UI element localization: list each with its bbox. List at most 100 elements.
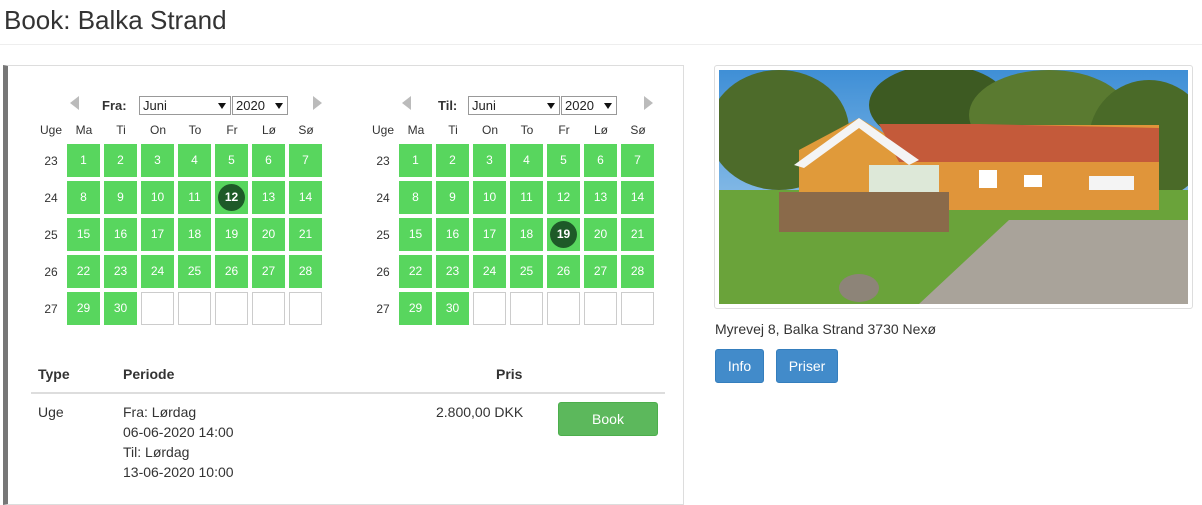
to-day-cell[interactable]: 29 bbox=[399, 292, 432, 325]
from-day-cell[interactable]: 4 bbox=[178, 144, 211, 177]
from-day-cell[interactable]: 2 bbox=[104, 144, 137, 177]
to-weekday-label: Lø bbox=[593, 123, 608, 137]
from-empty-cell bbox=[141, 292, 174, 325]
from-day-cell[interactable]: 18 bbox=[178, 218, 211, 251]
from-day-cell[interactable]: 3 bbox=[141, 144, 174, 177]
to-year-select[interactable]: 2020 bbox=[561, 96, 617, 115]
to-day-cell[interactable]: 4 bbox=[510, 144, 543, 177]
from-day-cell[interactable]: 24 bbox=[141, 255, 174, 288]
to-day-cell[interactable]: 2 bbox=[436, 144, 469, 177]
from-day-cell[interactable]: 5 bbox=[215, 144, 248, 177]
to-day-cell[interactable]: 23 bbox=[436, 255, 469, 288]
next-month-icon[interactable] bbox=[313, 96, 322, 110]
from-day-cell[interactable]: 7 bbox=[289, 144, 322, 177]
from-day-cell[interactable]: 1 bbox=[67, 144, 100, 177]
to-day-cell[interactable]: 8 bbox=[399, 181, 432, 214]
calendar-from-header: Fra: Juni 2020 bbox=[39, 96, 329, 118]
property-address: Myrevej 8, Balka Strand 3730 Nexø bbox=[715, 321, 936, 337]
from-weekday-label: On bbox=[149, 123, 166, 137]
to-day-cell[interactable]: 7 bbox=[621, 144, 654, 177]
to-empty-cell bbox=[621, 292, 654, 325]
to-day-cell[interactable]: 18 bbox=[510, 218, 543, 251]
from-day-cell[interactable]: 29 bbox=[67, 292, 100, 325]
from-day-cell[interactable]: 16 bbox=[104, 218, 137, 251]
from-day-cell[interactable]: 19 bbox=[215, 218, 248, 251]
from-day-cell[interactable]: 10 bbox=[141, 181, 174, 214]
to-day-cell[interactable]: 17 bbox=[473, 218, 506, 251]
from-weekday-label: Ma bbox=[75, 123, 93, 137]
to-day-cell[interactable]: 30 bbox=[436, 292, 469, 325]
from-day-cell[interactable]: 17 bbox=[141, 218, 174, 251]
next-month-icon[interactable] bbox=[644, 96, 653, 110]
from-day-cell[interactable]: 20 bbox=[252, 218, 285, 251]
prices-button[interactable]: Priser bbox=[776, 349, 838, 383]
to-day-cell[interactable]: 28 bbox=[621, 255, 654, 288]
from-month-select[interactable]: Juni bbox=[139, 96, 231, 115]
to-week-header: Uge bbox=[371, 123, 394, 137]
from-day-cell[interactable]: 27 bbox=[252, 255, 285, 288]
to-day-cell[interactable]: 26 bbox=[547, 255, 580, 288]
to-day-cell[interactable]: 21 bbox=[621, 218, 654, 251]
from-year-select[interactable]: 2020 bbox=[232, 96, 288, 115]
to-day-cell[interactable]: 19 bbox=[547, 218, 580, 251]
to-day-cell[interactable]: 16 bbox=[436, 218, 469, 251]
from-day-cell[interactable]: 28 bbox=[289, 255, 322, 288]
from-day-cell[interactable]: 14 bbox=[289, 181, 322, 214]
to-selected-day: 19 bbox=[550, 221, 577, 248]
from-day-cell[interactable]: 9 bbox=[104, 181, 137, 214]
from-weekday-label: Ti bbox=[116, 123, 126, 137]
from-week-number: 24 bbox=[44, 191, 58, 205]
from-day-cell[interactable]: 21 bbox=[289, 218, 322, 251]
booking-panel: Fra: Juni 2020 Uge Ma Ti On To Fr Lø Sø 23 1 2 3 4 5 6… bbox=[3, 65, 684, 505]
table-header-divider bbox=[31, 392, 665, 394]
from-day-cell[interactable]: 23 bbox=[104, 255, 137, 288]
from-day-cell[interactable]: 22 bbox=[67, 255, 100, 288]
to-day-cell[interactable]: 25 bbox=[510, 255, 543, 288]
to-day-cell[interactable]: 15 bbox=[399, 218, 432, 251]
chevron-down-icon bbox=[547, 103, 555, 109]
to-day-cell[interactable]: 11 bbox=[510, 181, 543, 214]
to-weekday-label: To bbox=[520, 123, 534, 137]
to-day-cell[interactable]: 22 bbox=[399, 255, 432, 288]
to-day-cell[interactable]: 5 bbox=[547, 144, 580, 177]
to-day-cell[interactable]: 27 bbox=[584, 255, 617, 288]
to-week-number: 26 bbox=[376, 265, 390, 279]
to-day-cell[interactable]: 9 bbox=[436, 181, 469, 214]
row-period: Fra: Lørdag 06-06-2020 14:00 Til: Lørdag… bbox=[123, 402, 234, 482]
from-day-cell[interactable]: 15 bbox=[67, 218, 100, 251]
from-week-number: 26 bbox=[44, 265, 58, 279]
to-empty-cell bbox=[584, 292, 617, 325]
to-month-select[interactable]: Juni bbox=[468, 96, 560, 115]
row-type: Uge bbox=[38, 404, 64, 420]
from-day-cell[interactable]: 26 bbox=[215, 255, 248, 288]
to-day-cell[interactable]: 10 bbox=[473, 181, 506, 214]
info-button[interactable]: Info bbox=[715, 349, 764, 383]
to-empty-cell bbox=[510, 292, 543, 325]
from-day-cell[interactable]: 12 bbox=[215, 181, 248, 214]
prev-month-icon[interactable] bbox=[70, 96, 79, 110]
book-button[interactable]: Book bbox=[558, 402, 658, 436]
from-empty-cell bbox=[215, 292, 248, 325]
to-day-cell[interactable]: 14 bbox=[621, 181, 654, 214]
to-month-value: Juni bbox=[472, 98, 496, 113]
from-day-cell[interactable]: 8 bbox=[67, 181, 100, 214]
from-day-cell[interactable]: 11 bbox=[178, 181, 211, 214]
from-day-cell[interactable]: 25 bbox=[178, 255, 211, 288]
to-day-cell[interactable]: 13 bbox=[584, 181, 617, 214]
to-week-number: 23 bbox=[376, 154, 390, 168]
to-day-cell[interactable]: 20 bbox=[584, 218, 617, 251]
from-empty-cell bbox=[178, 292, 211, 325]
from-day-cell[interactable]: 6 bbox=[252, 144, 285, 177]
title-divider bbox=[0, 44, 1202, 45]
to-day-cell[interactable]: 3 bbox=[473, 144, 506, 177]
to-day-cell[interactable]: 24 bbox=[473, 255, 506, 288]
prev-month-icon[interactable] bbox=[402, 96, 411, 110]
to-day-cell[interactable]: 12 bbox=[547, 181, 580, 214]
from-day-cell[interactable]: 13 bbox=[252, 181, 285, 214]
period-to-label: Til: Lørdag bbox=[123, 444, 190, 460]
from-day-cell[interactable]: 30 bbox=[104, 292, 137, 325]
to-year-value: 2020 bbox=[565, 98, 594, 113]
to-day-cell[interactable]: 1 bbox=[399, 144, 432, 177]
period-from-label: Fra: Lørdag bbox=[123, 404, 197, 420]
to-day-cell[interactable]: 6 bbox=[584, 144, 617, 177]
